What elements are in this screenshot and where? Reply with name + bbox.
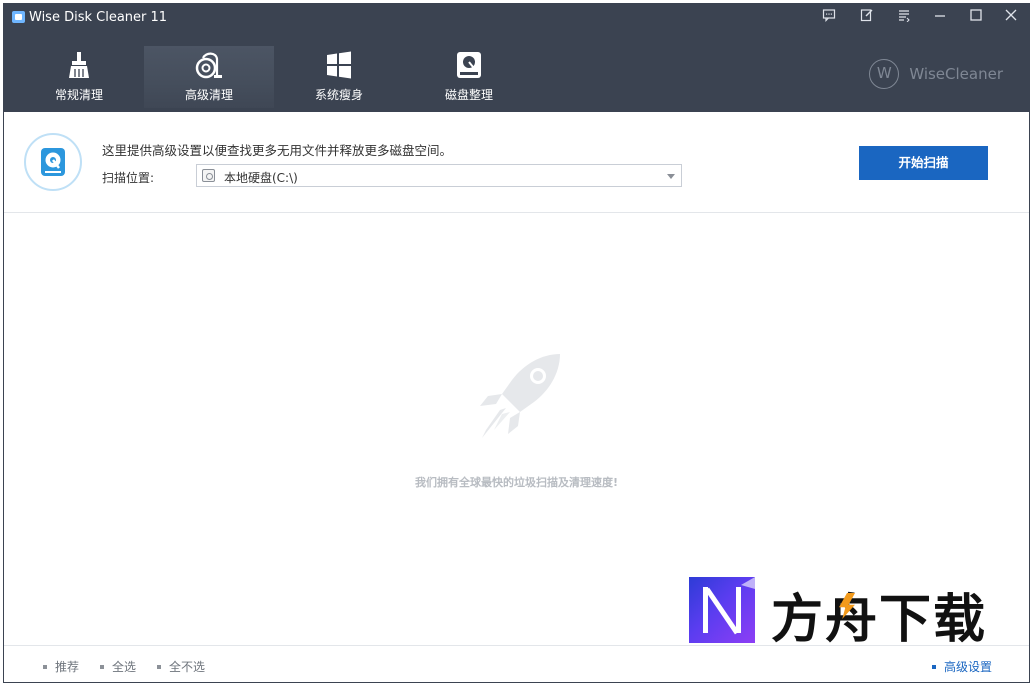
nav-label: 磁盘整理 — [444, 88, 493, 102]
scan-location-label: 扫描位置: — [102, 171, 155, 185]
advanced-settings-link[interactable]: 高级设置 — [932, 658, 992, 675]
title-bar: Wise Disk Cleaner 11 — [4, 4, 1029, 32]
footer: 推荐 全选 全不选 高级设置 — [4, 645, 1029, 683]
app-window: Wise Disk Cleaner 11 常规清理 高级清理 系统瘦身 磁盘整理… — [3, 3, 1030, 683]
select-none-link[interactable]: 全不选 — [157, 658, 205, 675]
brand-name: WiseCleaner — [909, 65, 1003, 83]
wisecleaner-logo-icon: W — [869, 59, 900, 89]
window-title: Wise Disk Cleaner 11 — [29, 10, 168, 25]
header: Wise Disk Cleaner 11 常规清理 高级清理 系统瘦身 磁盘整理… — [4, 4, 1029, 112]
nav-item-disk-defrag[interactable]: 磁盘整理 — [404, 46, 534, 108]
maximize-icon[interactable] — [963, 8, 989, 28]
disk-scan-icon — [24, 133, 82, 191]
bullet-icon — [100, 664, 104, 669]
minimize-icon[interactable] — [927, 8, 953, 28]
select-all-label: 全选 — [112, 660, 137, 674]
app-logo-icon — [12, 11, 25, 23]
nav-item-advanced-clean[interactable]: 高级清理 — [144, 46, 274, 108]
chevron-down-icon[interactable] — [667, 174, 675, 179]
disk-defrag-icon — [457, 52, 481, 78]
select-all-link[interactable]: 全选 — [100, 658, 136, 675]
bullet-icon — [157, 664, 161, 669]
scan-location-select[interactable]: 本地硬盘(C:\) — [196, 164, 682, 187]
nav-label: 常规清理 — [54, 88, 103, 102]
windows-icon — [327, 51, 351, 79]
recommend-link[interactable]: 推荐 — [43, 658, 79, 675]
vacuum-icon — [195, 52, 222, 79]
feedback-icon[interactable] — [816, 8, 842, 28]
nav-label: 高级清理 — [184, 88, 233, 102]
menu-icon[interactable] — [891, 8, 917, 28]
info-bar: 这里提供高级设置以便查找更多无用文件并释放更多磁盘空间。 扫描位置: 本地硬盘(… — [4, 112, 1029, 213]
rocket-icon — [480, 354, 560, 438]
main-nav: 常规清理 高级清理 系统瘦身 磁盘整理 — [14, 46, 534, 108]
broom-icon — [69, 52, 89, 78]
wisecleaner-brand[interactable]: W WiseCleaner — [869, 59, 1003, 89]
bullet-icon — [43, 664, 47, 669]
nav-item-regular-clean[interactable]: 常规清理 — [14, 46, 144, 108]
watermark-text: 方舟下载 — [771, 590, 988, 650]
nav-label: 系统瘦身 — [314, 88, 363, 102]
tagline: 我们拥有全球最快的垃圾扫描及清理速度! — [414, 476, 618, 489]
watermark: 方舟下载 — [689, 575, 989, 650]
edit-icon[interactable] — [854, 8, 880, 28]
watermark-logo-icon — [689, 577, 755, 643]
close-icon[interactable] — [998, 8, 1024, 28]
scan-location-value: 本地硬盘(C:\) — [224, 171, 298, 185]
recommend-label: 推荐 — [55, 660, 80, 674]
nav-item-system-slim[interactable]: 系统瘦身 — [274, 46, 404, 108]
intro-text: 这里提供高级设置以便查找更多无用文件并释放更多磁盘空间。 — [102, 143, 453, 158]
select-none-label: 全不选 — [169, 660, 206, 674]
start-scan-button[interactable]: 开始扫描 — [859, 146, 988, 180]
hard-disk-icon — [202, 169, 215, 182]
bullet-icon — [932, 664, 936, 669]
advanced-settings-label: 高级设置 — [944, 660, 993, 674]
